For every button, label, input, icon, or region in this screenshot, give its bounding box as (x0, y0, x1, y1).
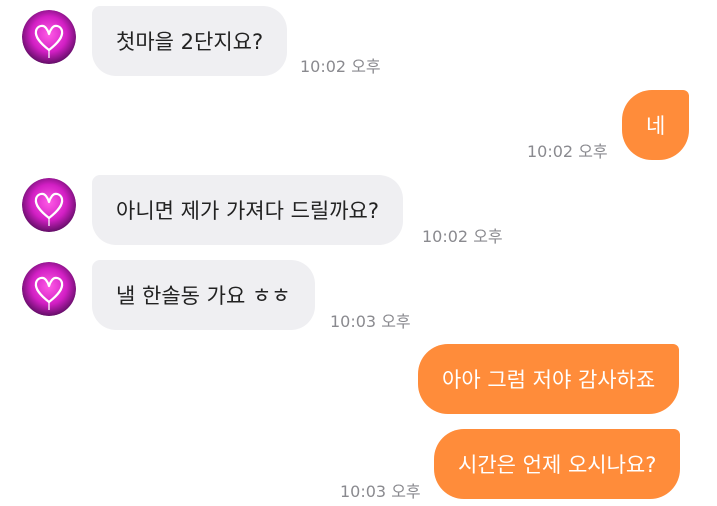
avatar[interactable] (22, 10, 76, 64)
message-bubble-outgoing[interactable]: 아아 그럼 저야 감사하죠 (418, 344, 680, 414)
neon-heart-icon (22, 10, 76, 64)
message-timestamp: 10:02 오후 (300, 57, 381, 76)
neon-heart-icon (22, 262, 76, 316)
message-timestamp: 10:02 오후 (527, 142, 608, 161)
message-timestamp: 10:03 오후 (340, 482, 421, 501)
avatar[interactable] (22, 178, 76, 232)
message-bubble-outgoing[interactable]: 시간은 언제 오시나요? (434, 429, 681, 499)
message-bubble-outgoing[interactable]: 네 (622, 90, 690, 160)
message-bubble-incoming[interactable]: 낼 한솔동 가요 ㅎㅎ (92, 260, 315, 330)
message-bubble-incoming[interactable]: 첫마을 2단지요? (92, 6, 288, 76)
message-timestamp: 10:03 오후 (330, 312, 411, 331)
message-timestamp: 10:02 오후 (422, 227, 503, 246)
neon-heart-icon (22, 178, 76, 232)
avatar[interactable] (22, 262, 76, 316)
message-bubble-incoming[interactable]: 아니면 제가 가져다 드릴까요? (92, 175, 404, 245)
chat-thread[interactable]: 첫마을 2단지요? 10:02 오후 네 10:02 오후 아니면 제가 가져다… (0, 0, 717, 506)
